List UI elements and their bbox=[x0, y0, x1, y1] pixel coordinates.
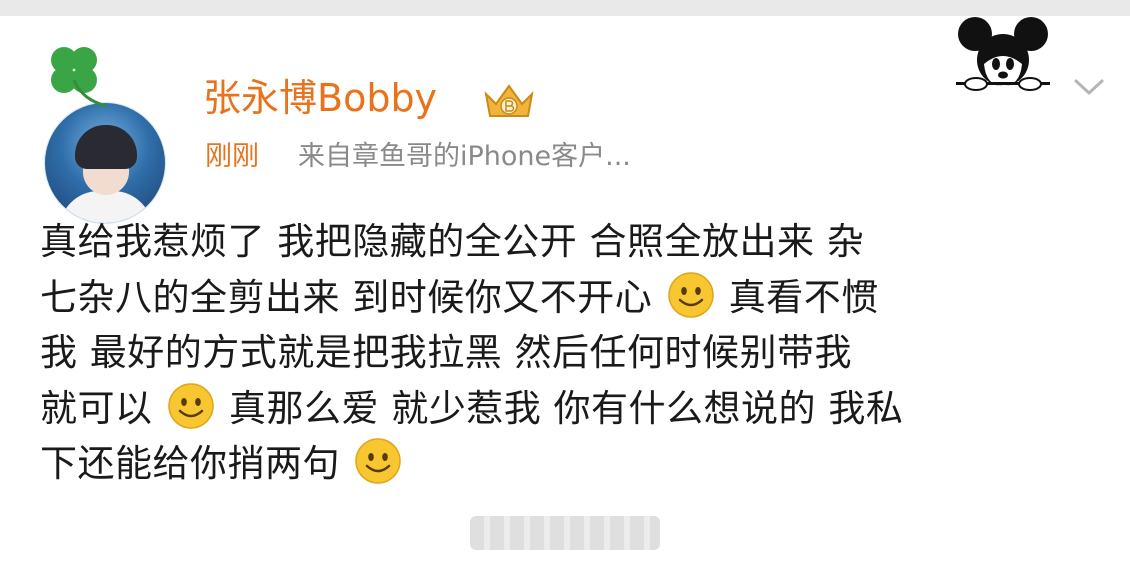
avatar[interactable] bbox=[44, 102, 166, 224]
crown-badge-icon[interactable] bbox=[482, 80, 536, 120]
blurred-watermark bbox=[470, 516, 660, 550]
avatar-container[interactable] bbox=[40, 40, 170, 224]
post-text: 我 最好的方式就是把我拉黑 然后任何时候别带我 bbox=[40, 331, 853, 374]
post-line: 我 最好的方式就是把我拉黑 然后任何时候别带我 bbox=[40, 325, 1100, 381]
four-leaf-clover-icon bbox=[51, 47, 107, 108]
post-line: 就可以 真那么爱 就少惹我 你有什么想说的 我私 bbox=[40, 381, 1100, 437]
post-source[interactable]: 来自章鱼哥的iPhone客户... bbox=[298, 139, 631, 175]
avatar-hair bbox=[75, 125, 137, 169]
post-text: 真那么爱 就少惹我 你有什么想说的 我私 bbox=[229, 386, 904, 430]
post-text: 真给我惹烦了 我把隐藏的全公开 合照全放出来 杂 bbox=[40, 220, 865, 263]
post-text: 七杂八的全剪出来 到时候你又不开心 bbox=[40, 275, 653, 319]
smile-emoji-icon bbox=[355, 438, 402, 484]
smile-emoji-icon bbox=[667, 271, 714, 318]
smile-emoji-icon bbox=[168, 382, 214, 429]
post-time: 刚刚 bbox=[205, 141, 259, 172]
post-line: 真给我惹烦了 我把隐藏的全公开 合照全放出来 杂 bbox=[40, 214, 1100, 270]
post-text: 下还能给你捎两句 bbox=[40, 442, 340, 485]
post-line: 七杂八的全剪出来 到时候你又不开心 真看不惯 bbox=[40, 270, 1100, 326]
chevron-down-icon[interactable] bbox=[1072, 76, 1106, 98]
post-text: 真看不惯 bbox=[728, 275, 879, 319]
post-line: 下还能给你捎两句 bbox=[40, 436, 1100, 492]
username[interactable]: 张永博Bobby bbox=[203, 75, 437, 121]
post-body: 真给我惹烦了 我把隐藏的全公开 合照全放出来 杂 七杂八的全剪出来 到时候你又不… bbox=[40, 214, 1100, 492]
post-text: 就可以 bbox=[40, 386, 153, 430]
mickey-mouse-icon bbox=[956, 17, 1050, 91]
